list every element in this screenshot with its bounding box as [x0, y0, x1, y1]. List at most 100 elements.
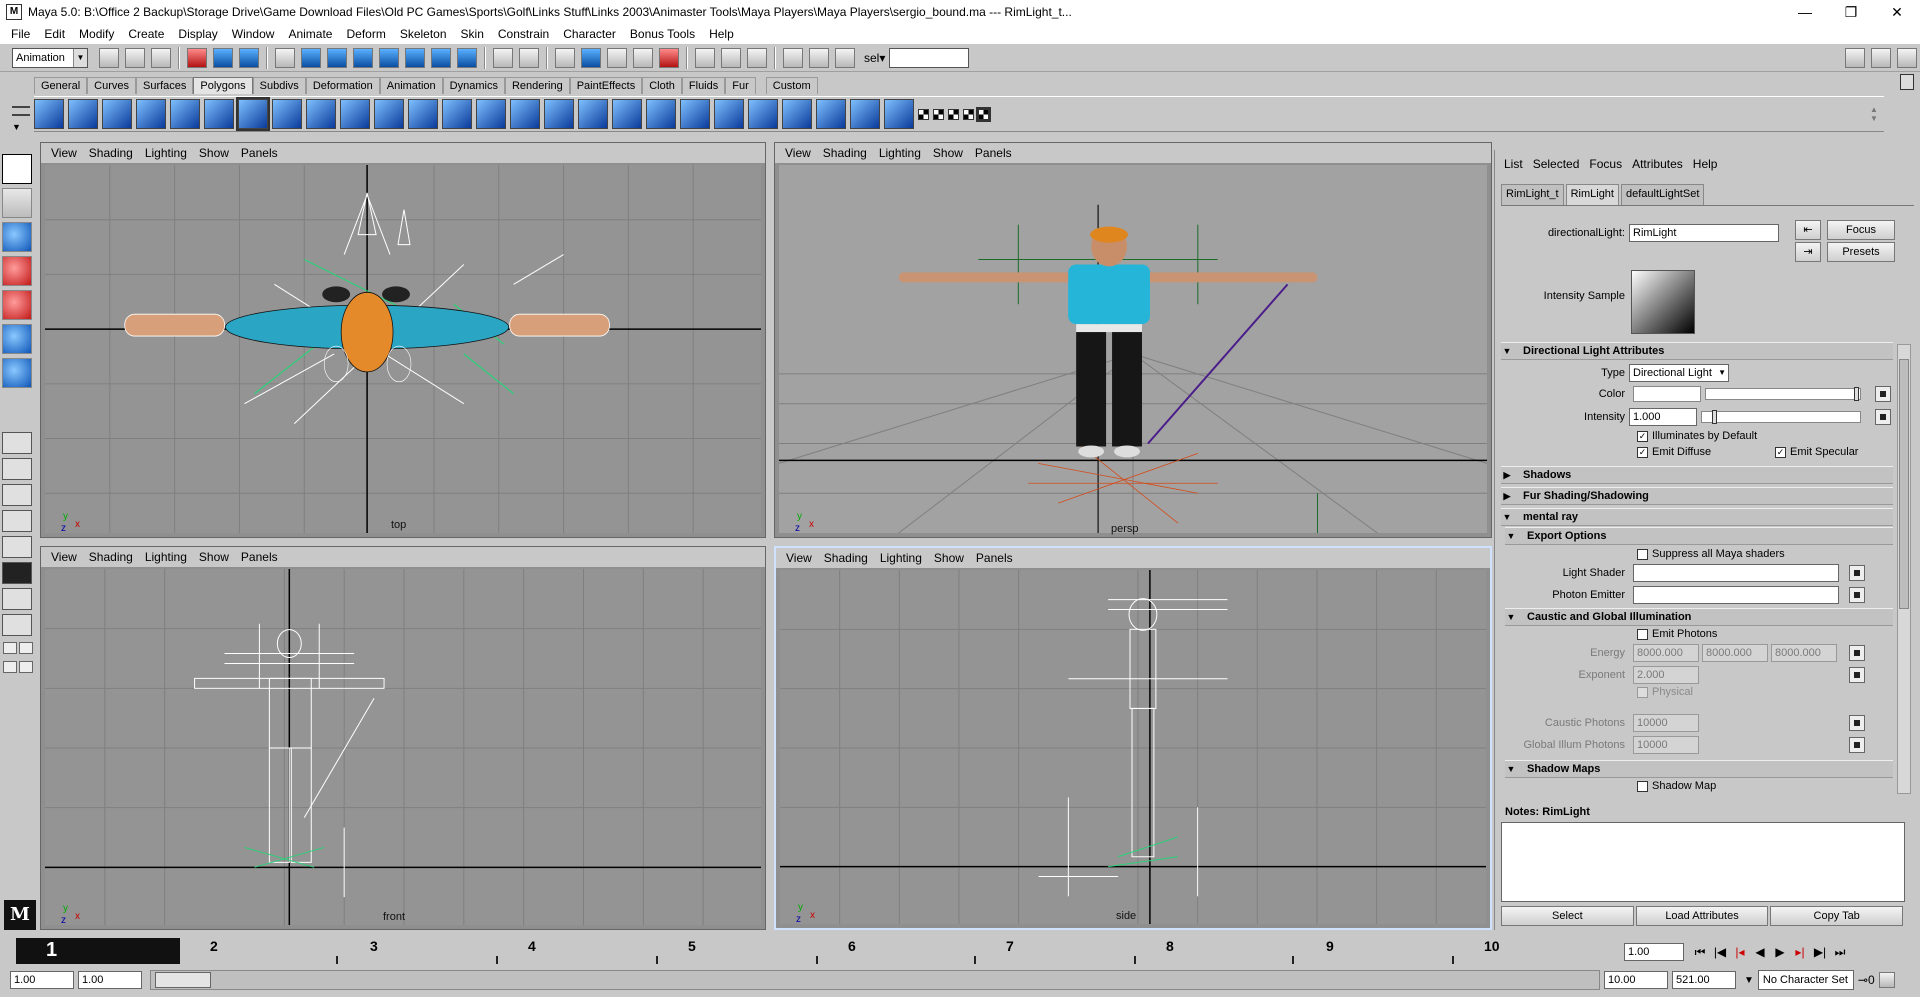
menu-shading[interactable]: Shading [818, 551, 874, 565]
menu-show[interactable]: Show [927, 146, 969, 160]
viewport-persp[interactable]: View Shading Lighting Show Panels y x z … [774, 142, 1492, 538]
go-to-start-icon[interactable]: ⏮ [1690, 943, 1710, 961]
menu-show[interactable]: Show [193, 550, 235, 564]
step-forward-key-icon[interactable]: ▶| [1810, 943, 1830, 961]
render-layout-icon[interactable] [2, 562, 32, 584]
shelf-menu[interactable]: ▼ [12, 100, 32, 134]
step-forward-frame-icon[interactable]: ▸| [1790, 943, 1810, 961]
uv-cut-icon[interactable] [948, 108, 959, 120]
select-button[interactable]: Select [1501, 906, 1634, 926]
poly-project-uv-icon[interactable] [884, 99, 914, 129]
current-time-field[interactable]: 1.00 [1624, 943, 1684, 961]
close-button[interactable]: ✕ [1874, 0, 1920, 24]
menu-view[interactable]: View [780, 551, 818, 565]
trash-icon[interactable] [1900, 74, 1914, 90]
select-tool-icon[interactable] [2, 154, 32, 184]
menu-constrain[interactable]: Constrain [491, 27, 556, 41]
caustic-photons-map-button[interactable] [1849, 715, 1865, 731]
minimize-button[interactable]: — [1782, 0, 1828, 24]
key-icon[interactable]: ⊸0 [1858, 973, 1876, 987]
chevron-down-icon[interactable] [3, 642, 17, 654]
ae-menu-focus[interactable]: Focus [1584, 157, 1627, 171]
shelf-tab-fluids[interactable]: Fluids [681, 77, 726, 94]
shelf-tab-cloth[interactable]: Cloth [642, 77, 682, 94]
range-slider-handle[interactable] [155, 972, 211, 988]
tab-rimlight[interactable]: RimLight [1565, 184, 1619, 205]
energy-r-field[interactable]: 8000.000 [1633, 644, 1699, 662]
snap-curve-icon[interactable] [581, 47, 601, 68]
section-export-options[interactable]: ▼ Export Options [1505, 527, 1893, 545]
new-scene-icon[interactable] [99, 47, 119, 68]
shelf-tab-fur[interactable]: Fur [725, 77, 756, 94]
color-swatch[interactable] [1633, 386, 1701, 402]
menu-panels[interactable]: Panels [970, 551, 1019, 565]
global-illum-map-button[interactable] [1849, 737, 1865, 753]
channel-box-icon[interactable] [1845, 47, 1865, 68]
poly-torus-icon[interactable] [204, 99, 234, 129]
section-shadows[interactable]: ▶ Shadows [1501, 466, 1893, 484]
menu-view[interactable]: View [45, 146, 83, 160]
animation-end-field[interactable]: 521.00 [1672, 971, 1736, 989]
caustic-photons-field[interactable]: 10000 [1633, 714, 1699, 732]
light-shader-map-button[interactable] [1849, 565, 1865, 581]
poly-plane-icon[interactable] [170, 99, 200, 129]
range-slider[interactable] [150, 970, 1600, 990]
menu-modify[interactable]: Modify [72, 27, 121, 41]
poly-bevel-icon[interactable] [510, 99, 540, 129]
highlight-selection-icon[interactable] [519, 47, 539, 68]
energy-map-button[interactable] [1849, 645, 1865, 661]
menu-shading[interactable]: Shading [817, 146, 873, 160]
energy-g-field[interactable]: 8000.000 [1702, 644, 1768, 662]
lock-selection-icon[interactable] [493, 47, 513, 68]
poly-triangulate-icon[interactable] [646, 99, 676, 129]
quick-selection-label[interactable]: sel▾ [864, 51, 885, 65]
persp-outliner-layout-icon[interactable] [2, 484, 32, 506]
poly-boolean-icon[interactable] [340, 99, 370, 129]
node-name-field[interactable]: RimLight [1629, 224, 1779, 242]
menu-panels[interactable]: Panels [969, 146, 1018, 160]
menu-skeleton[interactable]: Skeleton [393, 27, 454, 41]
input-history-icon[interactable] [695, 47, 715, 68]
poly-subdivide-icon[interactable] [612, 99, 642, 129]
focus-button[interactable]: Focus [1827, 220, 1895, 240]
poly-pipe-icon[interactable] [236, 97, 270, 131]
chevron-down-icon[interactable] [19, 642, 33, 654]
menu-show[interactable]: Show [193, 146, 235, 160]
graph-layout-icon[interactable] [2, 614, 32, 636]
color-map-button[interactable] [1875, 386, 1891, 402]
menu-view[interactable]: View [45, 550, 83, 564]
select-misc-icon[interactable] [457, 47, 477, 68]
shelf-tab-curves[interactable]: Curves [87, 77, 136, 94]
select-by-handle-icon[interactable] [275, 47, 295, 68]
poly-cylinder-icon[interactable] [102, 99, 132, 129]
emit-diffuse-checkbox[interactable]: ✓ [1637, 446, 1648, 458]
suppress-shaders-checkbox[interactable] [1637, 548, 1648, 560]
poly-cone-icon[interactable] [136, 99, 166, 129]
shelf-tab-dynamics[interactable]: Dynamics [442, 77, 505, 94]
persp-layout-icon[interactable] [2, 588, 32, 610]
section-fur-shading[interactable]: ▶ Fur Shading/Shadowing [1501, 487, 1893, 505]
shelf-tab-subdivs[interactable]: Subdivs [252, 77, 306, 94]
section-shadow-maps[interactable]: ▼ Shadow Maps [1505, 760, 1893, 778]
ae-menu-attributes[interactable]: Attributes [1627, 157, 1688, 171]
select-output-icon[interactable]: ⇥ [1795, 242, 1821, 262]
uv-texture-editor-icon[interactable] [976, 106, 991, 122]
playback-start-field[interactable]: 1.00 [78, 971, 142, 989]
select-curves-icon[interactable] [327, 47, 347, 68]
move-tool-icon[interactable] [2, 256, 32, 286]
exponent-map-button[interactable] [1849, 667, 1865, 683]
poly-extrude-edge-icon[interactable] [476, 99, 506, 129]
render-current-icon[interactable] [809, 47, 829, 68]
exponent-field[interactable]: 2.000 [1633, 666, 1699, 684]
ae-menu-list[interactable]: List [1499, 157, 1528, 171]
quick-selection-input[interactable] [889, 47, 970, 68]
make-live-icon[interactable] [659, 47, 679, 68]
menu-lighting[interactable]: Lighting [874, 551, 928, 565]
snap-point-icon[interactable] [607, 47, 627, 68]
select-component-icon[interactable] [239, 47, 259, 68]
light-type-dropdown[interactable]: Directional Light ▼ [1629, 364, 1729, 382]
menu-lighting[interactable]: Lighting [139, 550, 193, 564]
poly-mirror-icon[interactable] [850, 99, 880, 129]
single-perspective-layout-icon[interactable] [2, 432, 32, 454]
poly-split-icon[interactable] [442, 99, 472, 129]
